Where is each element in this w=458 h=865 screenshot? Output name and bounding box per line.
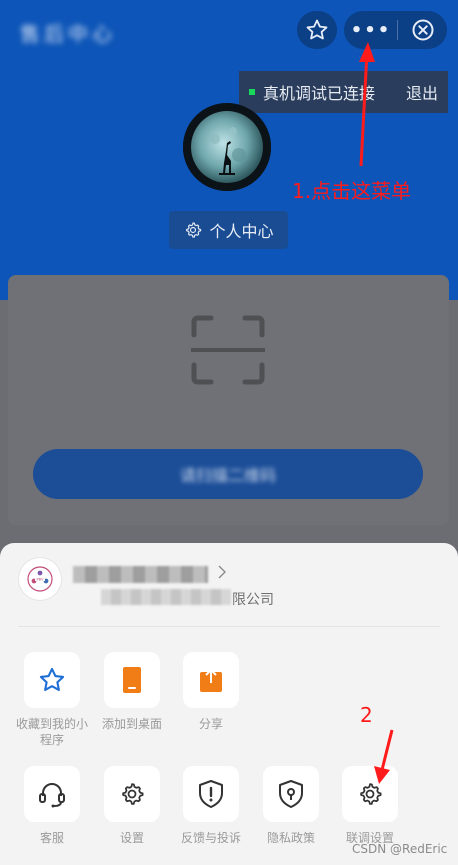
star-icon: [39, 667, 65, 691]
customer-service-label: 客服: [39, 831, 64, 845]
add-to-desktop-button[interactable]: [104, 652, 160, 708]
debug-status-text: 真机调试已连接: [263, 84, 376, 103]
feedback-label: 反馈与投诉: [180, 831, 241, 845]
svg-text:PBV: PBV: [37, 577, 45, 581]
avatar: [183, 103, 271, 191]
gear-icon: [186, 222, 202, 238]
annotation-arrow-2: [374, 729, 394, 784]
scan-button-label: 请扫描二维码: [179, 466, 276, 485]
company-name-redacted: [101, 589, 231, 605]
company-name-suffix: 限公司: [232, 592, 274, 608]
debug-status-bar: 真机调试已连接 退出: [239, 71, 448, 113]
settings-label: 设置: [119, 831, 144, 845]
favorite-button[interactable]: [297, 11, 337, 49]
add-to-favorites-button[interactable]: [24, 652, 80, 708]
settings-button[interactable]: [104, 766, 160, 822]
feedback-button[interactable]: [183, 766, 239, 822]
privacy-policy-label: 隐私政策: [266, 831, 315, 845]
sheet-divider: [18, 626, 440, 627]
star-icon: [306, 19, 328, 40]
close-button[interactable]: [398, 11, 447, 49]
profile-center-label: 个人中心: [209, 222, 274, 241]
customer-service-button[interactable]: [24, 766, 80, 822]
annotation-step2: 2: [360, 703, 373, 727]
annotation-step1: 1.点击这菜单: [292, 179, 412, 203]
debug-exit-button[interactable]: 退出: [406, 80, 438, 104]
share-button[interactable]: [183, 652, 239, 708]
add-to-desktop-label: 添加到桌面: [101, 717, 162, 731]
warning-shield-icon: [199, 780, 223, 808]
scan-qrcode-button[interactable]: 请扫描二维码: [33, 449, 423, 499]
close-icon: [412, 19, 433, 41]
mini-program-name-redacted[interactable]: [73, 566, 208, 583]
annotation-arrow-1: [359, 42, 375, 167]
share-label: 分享: [198, 717, 223, 731]
app-title: 售后中心: [20, 22, 116, 46]
scan-icon[interactable]: [191, 315, 265, 385]
share-icon: [200, 669, 222, 692]
profile-center-button[interactable]: 个人中心: [169, 211, 288, 249]
gear-icon: [122, 783, 144, 805]
team-logo-icon: PBV: [27, 566, 53, 592]
headset-icon: [39, 783, 65, 808]
add-to-favorites-label: 收藏到我的小程序: [15, 717, 88, 747]
privacy-shield-icon: [279, 780, 303, 808]
connected-indicator-icon: [249, 89, 255, 95]
privacy-policy-button[interactable]: [263, 766, 319, 822]
mini-program-logo[interactable]: PBV: [19, 558, 61, 600]
watermark: CSDN @RedEric: [352, 842, 448, 856]
phone-icon: [123, 667, 141, 693]
chevron-right-icon[interactable]: [217, 565, 227, 583]
moon-giraffe-avatar-icon: [183, 103, 271, 191]
